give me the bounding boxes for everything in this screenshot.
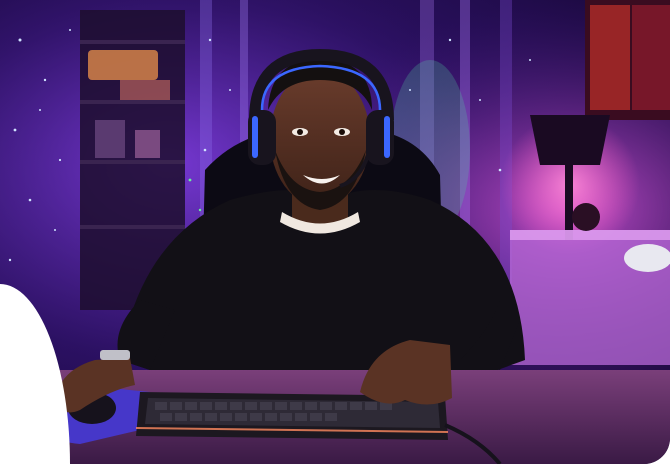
wall-poster: [585, 0, 670, 120]
photo-frame: [0, 0, 670, 464]
face: [270, 70, 370, 206]
gaming-scene-photo: [0, 0, 670, 464]
headphones-on-cabinet: [624, 244, 670, 272]
wristwatch: [100, 350, 130, 360]
figurine: [572, 203, 600, 231]
